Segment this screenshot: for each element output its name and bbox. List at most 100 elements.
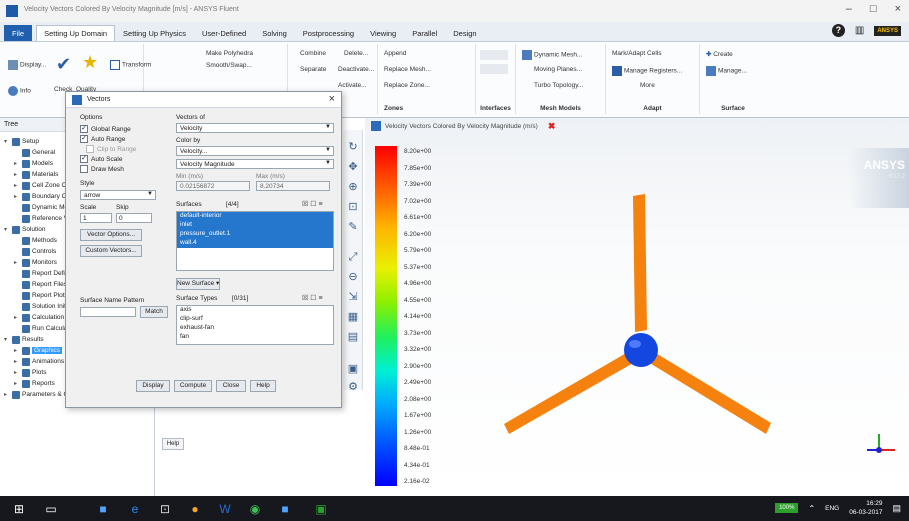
tree-item[interactable]: ▸ Materials (14, 169, 58, 180)
separate-button[interactable]: Separate (300, 66, 326, 73)
probe-icon[interactable]: ✎ (346, 220, 360, 234)
tree-item[interactable]: ▸ Reports (14, 378, 55, 389)
tree-item[interactable]: ▸ Plots (14, 367, 46, 378)
surface-item[interactable]: default-interior (177, 212, 333, 221)
rotate-icon[interactable]: ↻ (346, 140, 360, 154)
more-button[interactable]: More (640, 82, 655, 89)
auto-range-checkbox[interactable]: ✓ Auto Range (80, 135, 125, 143)
tab-user-defined[interactable]: User-Defined (194, 25, 254, 41)
tab-setting-up-physics[interactable]: Setting Up Physics (115, 25, 194, 41)
surface-item[interactable]: wall.4 (177, 239, 333, 248)
surface-types-select-all-icon[interactable]: ☒ ☐ ≡ (302, 294, 323, 302)
minimize-icon[interactable]: – (846, 3, 852, 15)
tree-item[interactable]: ▾ Setup (4, 136, 39, 147)
tree-expander-icon[interactable]: ▸ (14, 380, 20, 387)
clip-to-range-checkbox[interactable]: Clip to Range (86, 145, 136, 153)
tab-viewing[interactable]: Viewing (362, 25, 404, 41)
delete-button[interactable]: Delete... (344, 50, 368, 57)
surface-type-item[interactable]: clip-surf (177, 315, 333, 324)
global-range-box[interactable]: ✓ (80, 125, 88, 133)
tree-item[interactable]: ▸ Graphics (14, 345, 63, 356)
compute-button[interactable]: Compute (174, 380, 212, 392)
surface-type-item[interactable]: exhaust-fan (177, 324, 333, 333)
help-button[interactable]: Help (250, 380, 276, 392)
tree-expander-icon[interactable]: ▸ (14, 182, 20, 189)
tree-expander-icon[interactable]: ▸ (4, 391, 10, 398)
tree-expander-icon[interactable]: ▾ (4, 336, 10, 343)
pan-icon[interactable]: ✥ (346, 160, 360, 174)
zoom-out-icon[interactable]: ⊖ (346, 270, 360, 284)
draw-mesh-box[interactable] (80, 165, 88, 173)
tree-expander-icon[interactable]: ▸ (14, 347, 20, 354)
tab-solving[interactable]: Solving (254, 25, 295, 41)
app-icon-1[interactable]: ■ (96, 502, 110, 516)
tab-file[interactable]: File (4, 25, 33, 41)
tree-expander-icon[interactable]: ▾ (4, 138, 10, 145)
make-polyhedra-button[interactable]: Make Polyhedra (206, 50, 253, 57)
surface-item[interactable]: inlet (177, 221, 333, 230)
replace-mesh-button[interactable]: Replace Mesh... (384, 66, 431, 73)
zoom-fit-icon[interactable]: ⤢ (346, 250, 360, 264)
task-view-icon[interactable]: ▭ (44, 502, 58, 516)
auto-range-box[interactable]: ✓ (80, 135, 88, 143)
fit-view-icon[interactable]: ⇲ (346, 290, 360, 304)
append-button[interactable]: Append (384, 50, 406, 57)
match-button[interactable]: Match (140, 306, 168, 318)
tree-expander-icon[interactable]: ▸ (14, 193, 20, 200)
transform-button[interactable]: Transform (110, 60, 151, 70)
moving-planes-button[interactable]: Moving Planes... (534, 66, 582, 73)
style-select[interactable]: arrow ▼ (80, 190, 156, 200)
windows-start-icon[interactable]: ⊞ (12, 502, 26, 516)
tree-help-button[interactable]: Help (162, 438, 184, 450)
tab-design[interactable]: Design (445, 25, 484, 41)
chart-icon[interactable]: ▦ (346, 310, 360, 324)
overset-button[interactable] (480, 64, 508, 74)
scale-input[interactable]: 1 (80, 213, 112, 223)
star-icon[interactable]: ★ (82, 52, 98, 73)
tree-item[interactable]: Report Plots (14, 290, 68, 301)
deactivate-button[interactable]: Deactivate... (338, 66, 374, 73)
draw-mesh-checkbox[interactable]: Draw Mesh (80, 165, 124, 173)
tree-item[interactable]: ▾ Results (4, 334, 44, 345)
turbo-topology-button[interactable]: Turbo Topology... (534, 82, 583, 89)
fluent-taskbar-icon[interactable]: ▣ (314, 502, 328, 516)
surface-types-list[interactable]: axis clip-surf exhaust-fan fan (176, 305, 334, 345)
create-surface-button[interactable]: ✚ Create (706, 50, 733, 58)
layout-icon[interactable]: ▥ (855, 25, 864, 36)
firefox-icon[interactable]: ● (188, 502, 202, 516)
tree-expander-icon[interactable]: ▸ (14, 171, 20, 178)
surface-name-pattern-input[interactable] (80, 307, 136, 317)
tree-item[interactable]: General (14, 147, 55, 158)
tab-postprocessing[interactable]: Postprocessing (295, 25, 362, 41)
surface-type-item[interactable]: fan (177, 333, 333, 342)
tab-parallel[interactable]: Parallel (404, 25, 445, 41)
check-icon[interactable]: ✔ (56, 54, 71, 75)
display-mesh-button[interactable]: Display... (8, 60, 46, 70)
manage-surface-button[interactable]: Manage... (706, 66, 747, 76)
maximize-icon[interactable]: □ (870, 3, 877, 15)
close-icon[interactable]: × (895, 3, 901, 15)
word-icon[interactable]: W (218, 502, 232, 516)
mark-adapt-button[interactable]: Mark/Adapt Cells (612, 50, 662, 57)
tray-chevron-icon[interactable]: ⌃ (808, 504, 815, 513)
color-by-select[interactable]: Velocity... ▼ (176, 146, 334, 156)
clip-to-range-box[interactable] (86, 145, 94, 153)
zoom-in-icon[interactable]: ⊕ (346, 180, 360, 194)
skip-input[interactable]: 0 (116, 213, 152, 223)
replace-zone-button[interactable]: Replace Zone... (384, 82, 430, 89)
tree-item[interactable]: Controls (14, 246, 56, 257)
dialog-close-icon[interactable]: × (329, 93, 335, 105)
custom-vectors-button[interactable]: Custom Vectors... (80, 245, 142, 257)
mesh-interface-button[interactable] (480, 50, 508, 60)
new-surface-button[interactable]: New Surface ▾ (176, 278, 220, 290)
tree-expander-icon[interactable]: ▸ (14, 259, 20, 266)
display-button[interactable]: Display (136, 380, 170, 392)
surface-item[interactable]: pressure_outlet.1 (177, 230, 333, 239)
tree-expander-icon[interactable]: ▸ (14, 369, 20, 376)
tree-item[interactable]: ▸ Animations (14, 356, 64, 367)
tree-item[interactable]: ▸ Monitors (14, 257, 57, 268)
dialog-title-bar[interactable]: Vectors × (66, 92, 341, 108)
tree-item[interactable]: Methods (14, 235, 57, 246)
edge-icon[interactable]: e (128, 502, 142, 516)
color-by-sub-select[interactable]: Velocity Magnitude ▼ (176, 159, 334, 169)
